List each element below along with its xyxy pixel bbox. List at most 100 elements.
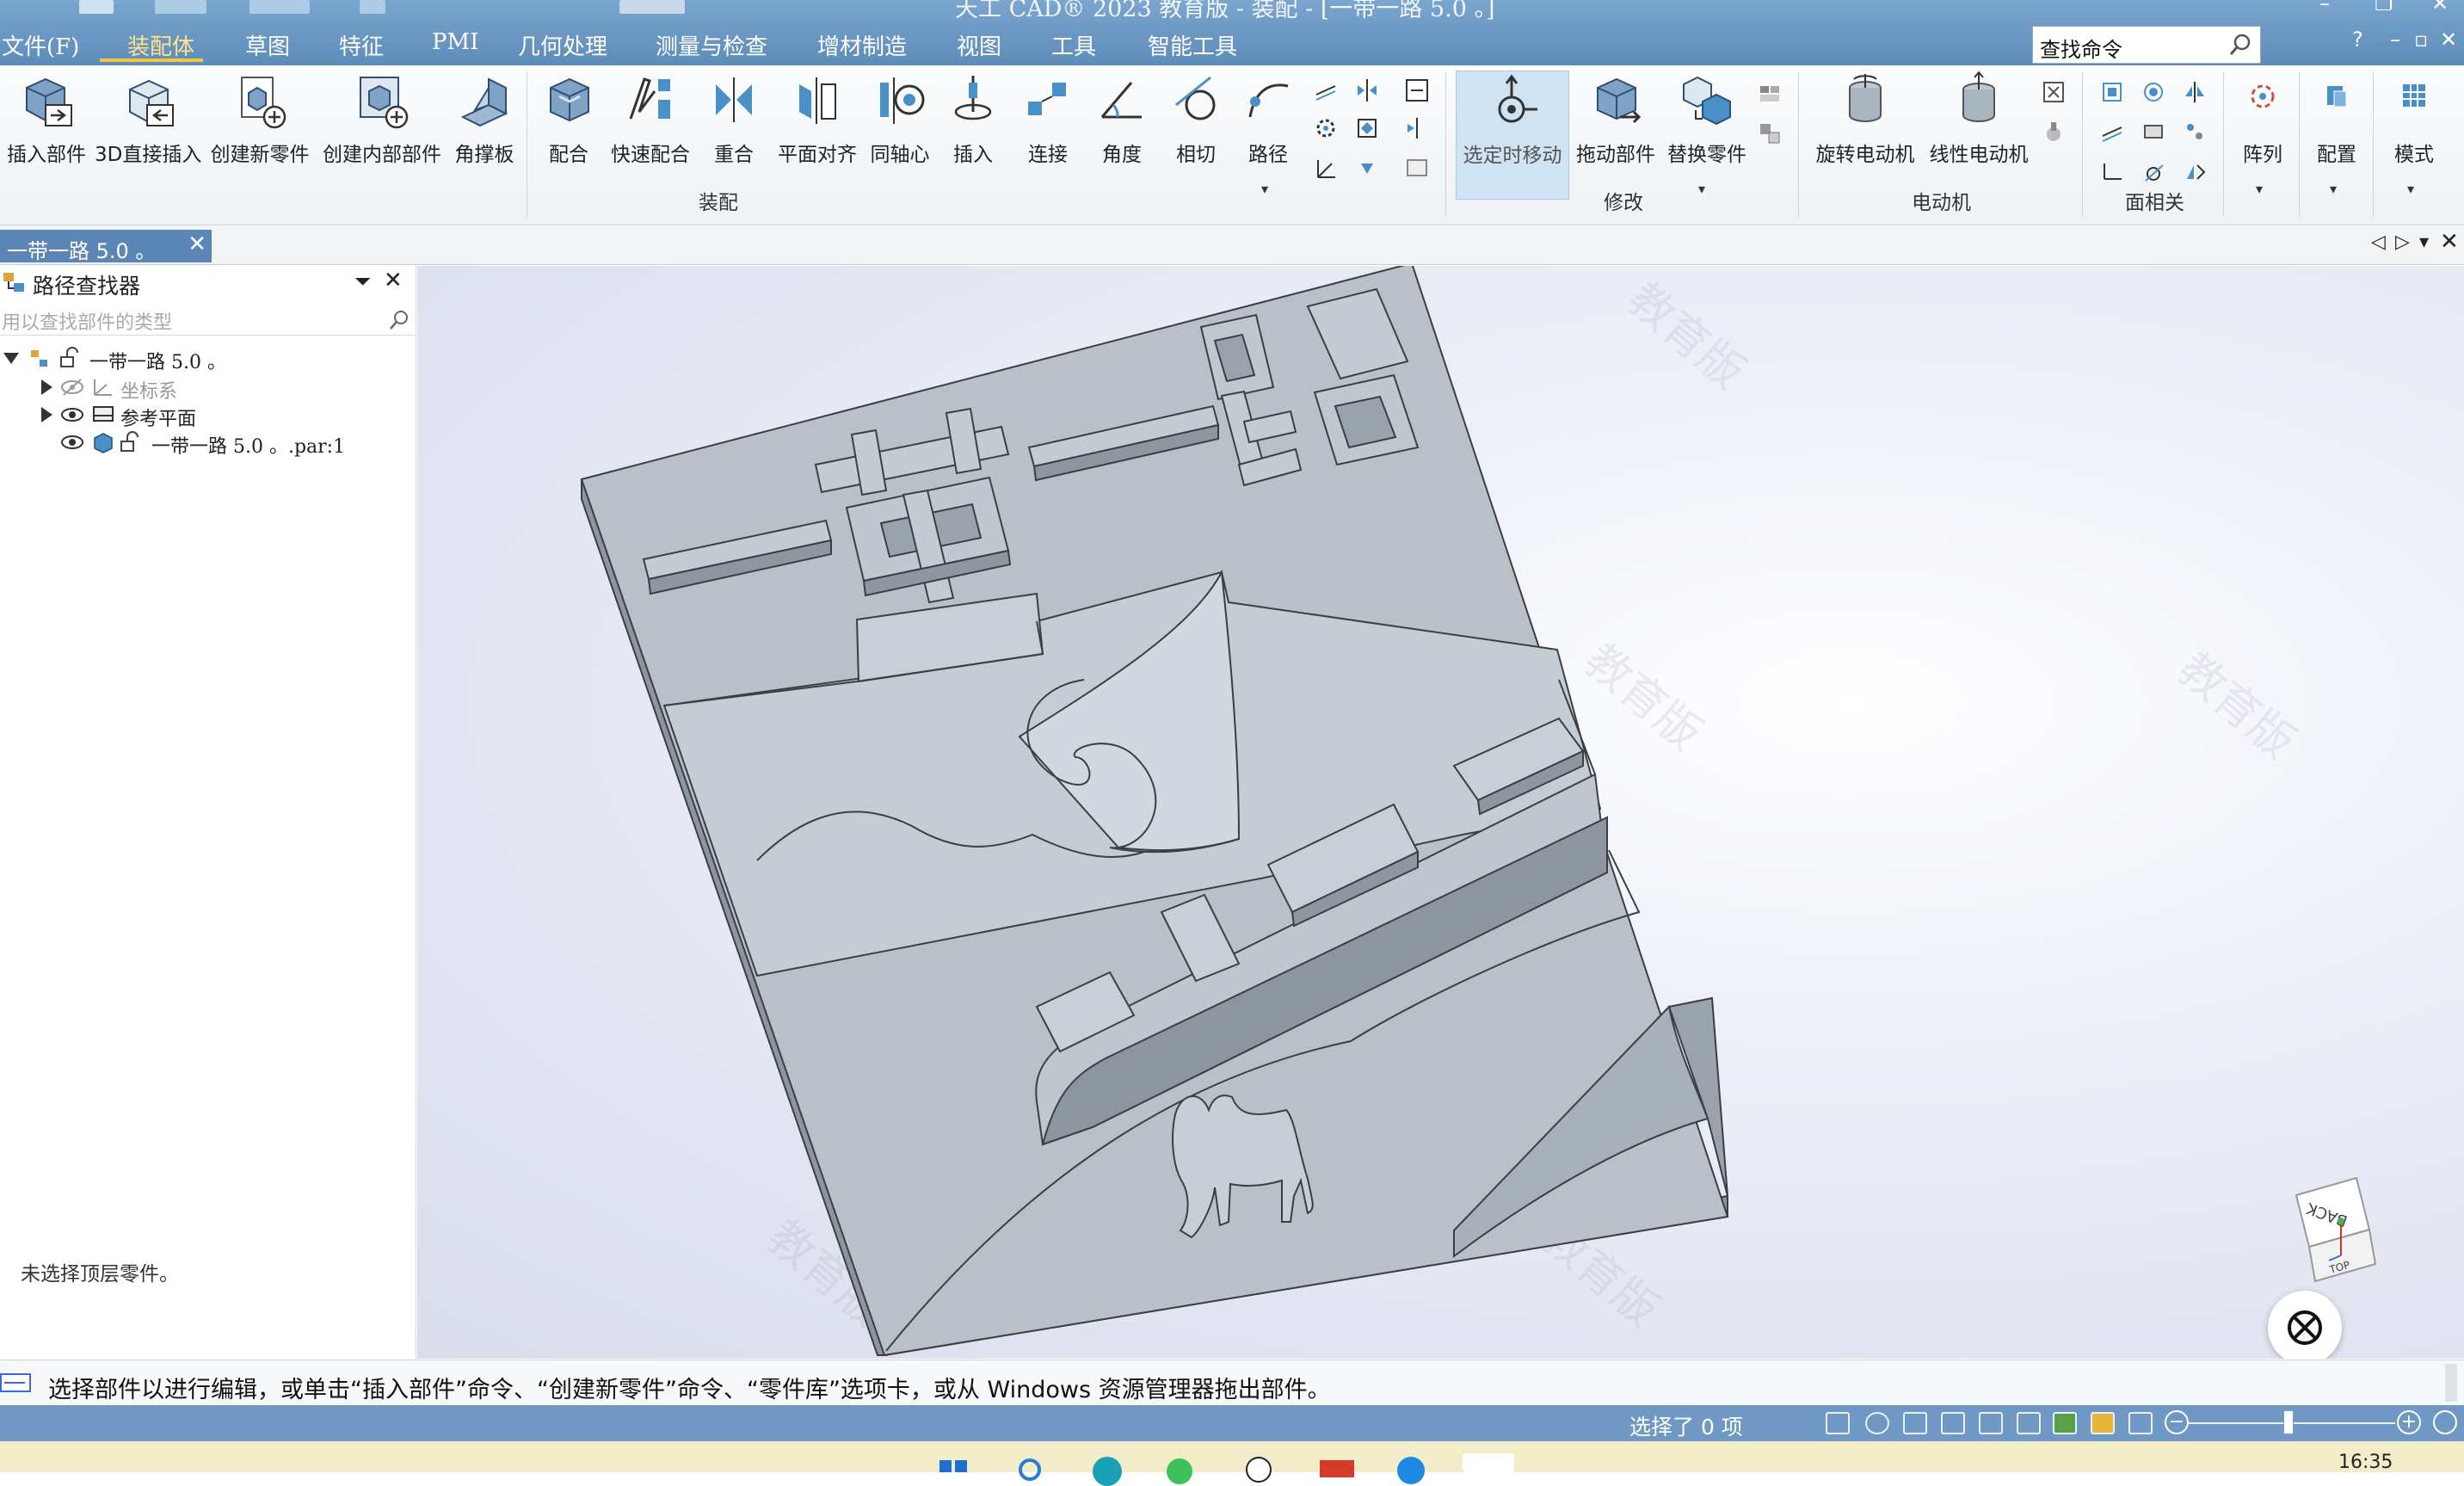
quick-access-print-icon[interactable] [360, 0, 385, 14]
motor-settings-icon[interactable] [2041, 119, 2067, 145]
document-tab[interactable]: 一带一路 5.0 。 ✕ [0, 230, 212, 263]
tab-pmi[interactable]: PMI [432, 29, 478, 55]
app-restore-icon[interactable]: ❐ [2375, 0, 2393, 15]
document-list-icon[interactable]: ▾ [2419, 231, 2429, 253]
gear-relation-icon[interactable] [1313, 115, 1339, 141]
tab-feature[interactable]: 特征 [339, 29, 384, 61]
move-selected-button[interactable]: 选定时移动 [1456, 71, 1569, 200]
face-dots-icon[interactable] [2182, 119, 2208, 145]
scroll-right-icon[interactable]: ▷ [2395, 231, 2410, 253]
mate-button[interactable]: 配合 [535, 71, 602, 167]
tab-additive[interactable]: 增材制造 [817, 29, 907, 61]
face-plane-icon[interactable] [2099, 79, 2125, 105]
tree-refplane-item[interactable]: 参考平面 [0, 402, 413, 430]
configuration-dropdown-icon[interactable]: ▾ [2330, 181, 2337, 197]
face-angle-icon[interactable] [2099, 158, 2125, 184]
planar-align-button[interactable]: 平面对齐 [773, 71, 862, 167]
app-icon[interactable] [1246, 1457, 1272, 1483]
simulate-motor-icon[interactable] [2041, 79, 2067, 105]
face-circle-icon[interactable] [2141, 79, 2166, 105]
office-icon[interactable] [1320, 1460, 1354, 1477]
minimize-icon[interactable]: – [2390, 28, 2400, 52]
tab-measure[interactable]: 测量与检查 [656, 29, 767, 61]
search-taskbar-icon[interactable] [1019, 1458, 1041, 1481]
scroll-left-icon[interactable]: ◁ [2371, 231, 2386, 253]
rotate-icon[interactable] [1979, 1412, 2003, 1434]
drag-component-button[interactable]: 拖动部件 [1573, 71, 1659, 167]
appearance-icon[interactable] [2053, 1412, 2077, 1434]
configuration-button[interactable]: 配置 [2304, 71, 2369, 167]
tab-assembly[interactable]: 装配体 [127, 29, 194, 61]
close-all-documents-icon[interactable]: ✕ [2440, 229, 2459, 255]
section-view-icon[interactable] [2128, 1412, 2153, 1434]
wechat-icon[interactable] [1167, 1458, 1192, 1484]
quick-mate-button[interactable]: 快速配合 [607, 71, 693, 167]
path-dropdown-icon[interactable]: ▾ [1261, 181, 1268, 197]
coaxial-button[interactable]: 同轴心 [864, 71, 936, 167]
search-icon[interactable] [2227, 32, 2253, 58]
face-replace-icon[interactable] [2141, 119, 2166, 145]
tree-part-item[interactable]: 一带一路 5.0 。.par:1 [0, 429, 413, 458]
coincide-button[interactable]: 重合 [700, 71, 767, 167]
filter-search-icon[interactable] [387, 308, 411, 332]
visibility-icon[interactable] [60, 433, 84, 452]
quick-access-save-icon[interactable] [249, 0, 310, 14]
quick-access-open-icon[interactable] [155, 0, 206, 14]
fit-view-icon[interactable] [1903, 1412, 1927, 1434]
visibility-hidden-icon[interactable] [60, 378, 84, 397]
pattern-dropdown-icon[interactable]: ▾ [2256, 181, 2263, 197]
graphics-viewport[interactable]: 教育版 教育版 教育版 教育版 教育版 教育版 教育版 [417, 266, 2464, 1359]
zoom-area-icon[interactable] [1865, 1412, 1889, 1434]
panel-menu-icon[interactable]: ⏷ [354, 269, 371, 293]
center-plane-icon[interactable] [1354, 77, 1380, 103]
replace-dropdown-icon[interactable]: ▾ [1698, 181, 1705, 197]
part-filter-input[interactable]: 用以查找部件的类型 [0, 305, 416, 336]
tab-smart-tools[interactable]: 智能工具 [1148, 29, 1237, 61]
gusset-button[interactable]: 角撑板 [449, 71, 520, 167]
quick-access-new-icon[interactable] [79, 0, 114, 14]
quick-access-select-icon[interactable] [619, 0, 685, 14]
direct-3d-insert-button[interactable]: 3D直接插入 [95, 71, 201, 167]
previous-view-icon[interactable] [2017, 1412, 2041, 1434]
capture-fit-icon[interactable] [1404, 77, 1430, 103]
rotary-motor-button[interactable]: 旋转电动机 [1810, 71, 1920, 167]
restore-icon[interactable]: ▫ [2414, 28, 2428, 52]
linear-motor-button[interactable]: 线性电动机 [1924, 71, 2034, 167]
insert-part-button[interactable]: 插入部件 [2, 71, 91, 167]
view-sketch-icon[interactable] [1826, 1412, 1850, 1434]
shading-icon[interactable] [2091, 1412, 2115, 1434]
ai-assistant-button[interactable] [2268, 1291, 2342, 1359]
cam-relation-icon[interactable] [1354, 155, 1380, 181]
menu-file[interactable]: 文件(F) [2, 29, 79, 61]
axis-relation-icon[interactable] [1313, 155, 1339, 181]
close-icon[interactable]: ✕ [2440, 28, 2457, 52]
match-coordinate-icon[interactable] [1354, 115, 1380, 141]
start-icon[interactable] [939, 1460, 952, 1472]
tab-geometry[interactable]: 几何处理 [518, 29, 607, 61]
browser-icon[interactable] [1397, 1457, 1425, 1484]
tab-view[interactable]: 视图 [957, 29, 1001, 61]
zoom-slider-thumb[interactable] [2283, 1410, 2294, 1434]
face-offset-icon[interactable] [2099, 119, 2125, 145]
app-close-icon[interactable]: ✕ [2431, 0, 2449, 15]
create-internal-part-button[interactable]: 创建内部部件 [318, 71, 446, 167]
transfer-icon[interactable] [1757, 120, 1783, 146]
face-rotate-icon[interactable] [2141, 158, 2166, 184]
view-cube[interactable]: BACK TOP [2288, 1169, 2391, 1298]
parallel-icon[interactable] [1313, 77, 1339, 103]
face-mirror-icon[interactable] [2182, 79, 2208, 105]
angle-button[interactable]: 角度 [1086, 71, 1158, 167]
tangent-button[interactable]: 相切 [1160, 71, 1232, 167]
spin-icon[interactable] [2433, 1410, 2457, 1434]
connect-button[interactable]: 连接 [1012, 71, 1084, 167]
pan-icon[interactable] [1941, 1412, 1965, 1434]
tab-sketch[interactable]: 草图 [245, 29, 290, 61]
cad-taskbar-icon[interactable] [1463, 1453, 1514, 1472]
relief-plaque-model[interactable] [417, 266, 2464, 1359]
tree-expand-icon[interactable] [3, 353, 19, 364]
mode-button[interactable]: 模式 [2380, 71, 2449, 167]
prompt-scrollbar[interactable] [2445, 1364, 2457, 1402]
zoom-out-icon[interactable]: − [2165, 1410, 2189, 1434]
document-close-icon[interactable]: ✕ [188, 231, 206, 257]
path-button[interactable]: 路径 [1232, 71, 1304, 167]
